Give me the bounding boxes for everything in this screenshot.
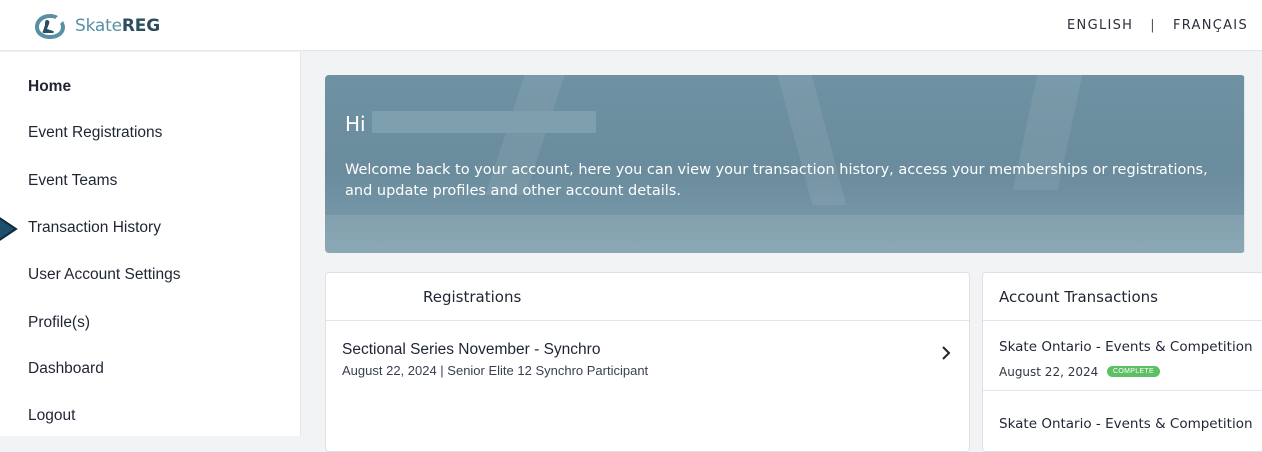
logo-text: SkateREG xyxy=(75,16,160,36)
transaction-row[interactable]: Skate Ontario - Events & Competition Aug… xyxy=(983,321,1262,391)
sidebar-item-transaction-history[interactable]: Transaction History xyxy=(28,219,161,237)
logo-text-skate: Skate xyxy=(75,16,122,36)
sidebar-item-dashboard[interactable]: Dashboard xyxy=(28,360,104,378)
transaction-title: Skate Ontario - Events & Competition xyxy=(999,339,1253,355)
banner-decoration xyxy=(325,215,1245,253)
sidebar-item-logout[interactable]: Logout xyxy=(28,407,75,425)
sidebar-item-profiles[interactable]: Profile(s) xyxy=(28,314,90,332)
redacted-user-name xyxy=(372,111,596,133)
registration-item[interactable]: Sectional Series November - Synchro Augu… xyxy=(326,321,969,381)
transactions-card-header: Account Transactions xyxy=(983,273,1262,321)
logo-text-reg: REG xyxy=(121,16,160,36)
lang-separator: | xyxy=(1150,18,1156,33)
sidebar-item-event-teams[interactable]: Event Teams xyxy=(28,172,117,190)
top-bar: SkateREG ENGLISH | FRANÇAIS xyxy=(0,0,1262,51)
cursor-pointer-icon xyxy=(0,217,18,241)
skatereg-logo[interactable]: SkateREG xyxy=(33,12,160,40)
language-switcher: ENGLISH | FRANÇAIS xyxy=(1067,18,1248,33)
skater-logo-icon xyxy=(35,14,65,39)
sidebar-item-user-account-settings[interactable]: User Account Settings xyxy=(28,266,181,284)
transactions-title: Account Transactions xyxy=(999,288,1158,306)
welcome-message: Welcome back to your account, here you c… xyxy=(345,162,1208,199)
transaction-row[interactable]: Skate Ontario - Events & Competition xyxy=(983,398,1262,451)
account-transactions-card: Account Transactions Skate Ontario - Eve… xyxy=(982,272,1262,452)
registrations-card: Registrations Sectional Series November … xyxy=(325,272,970,452)
registration-event-details: August 22, 2024 | Senior Elite 12 Synchr… xyxy=(342,363,649,378)
registration-event-title: Sectional Series November - Synchro xyxy=(342,341,601,358)
lang-french-link[interactable]: FRANÇAIS xyxy=(1173,18,1248,33)
welcome-banner: Hi Welcome back to your account, here yo… xyxy=(325,75,1245,253)
lang-english-link[interactable]: ENGLISH xyxy=(1067,18,1133,33)
main-content: Hi Welcome back to your account, here yo… xyxy=(301,52,1262,452)
greeting-text: Hi xyxy=(345,112,366,136)
sidebar-item-home[interactable]: Home xyxy=(28,78,71,96)
registrations-card-header: Registrations xyxy=(326,273,969,321)
chevron-right-icon xyxy=(942,346,951,360)
sidebar: Home Event Registrations Event Teams Tra… xyxy=(0,52,301,436)
registrations-title: Registrations xyxy=(423,288,522,306)
status-badge: COMPLETE xyxy=(1107,366,1160,377)
sidebar-item-event-registrations[interactable]: Event Registrations xyxy=(28,124,162,142)
banner-divider xyxy=(1244,75,1245,253)
transaction-date: August 22, 2024 xyxy=(999,365,1099,379)
transaction-title: Skate Ontario - Events & Competition xyxy=(999,416,1253,432)
